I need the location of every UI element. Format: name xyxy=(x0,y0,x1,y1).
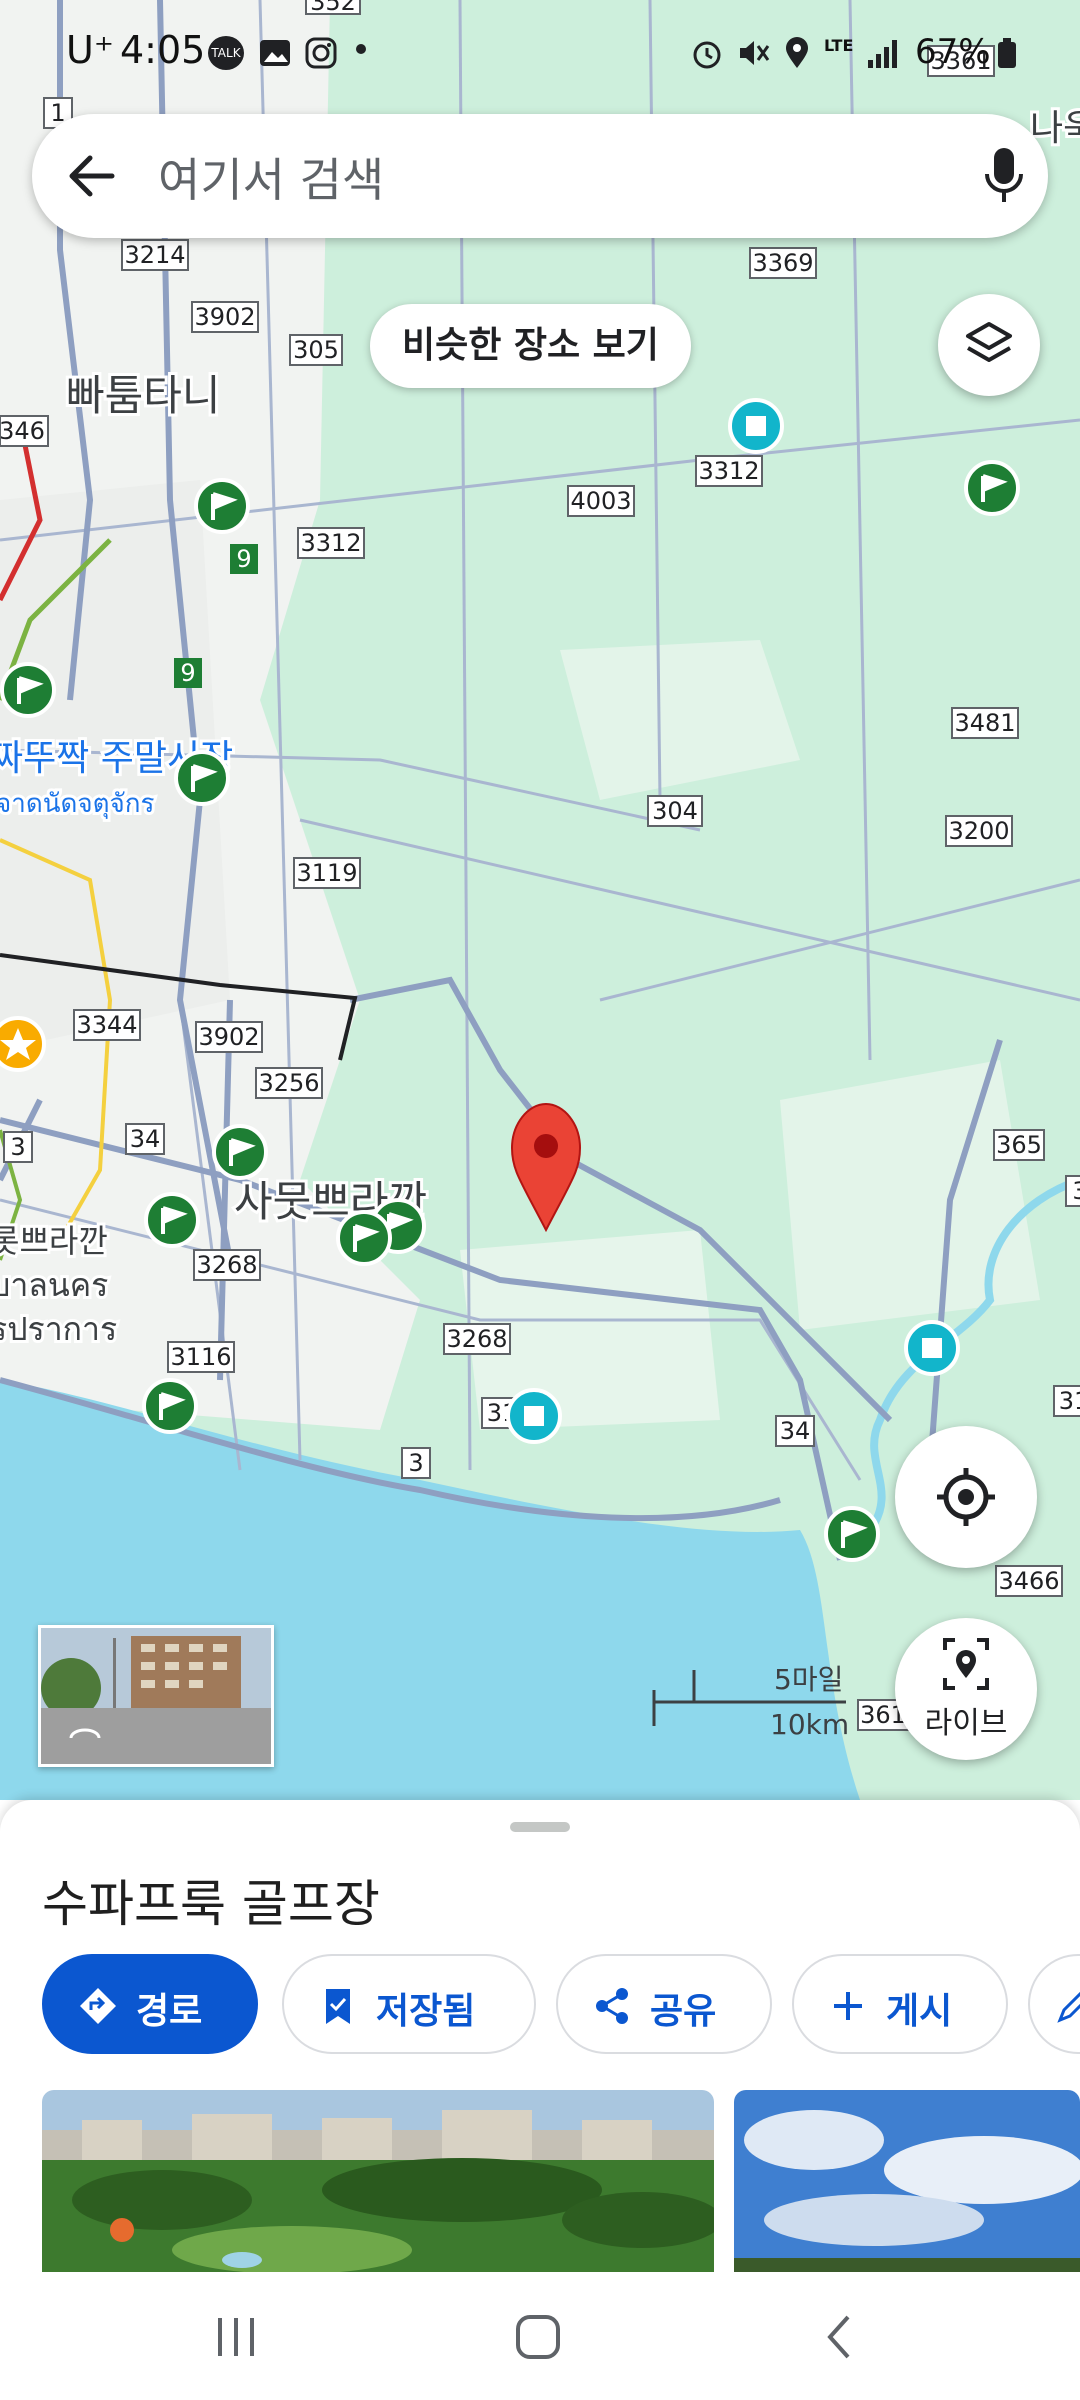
directions-icon xyxy=(78,1986,118,2026)
place-bottom-sheet[interactable]: 수파프룩 골프장 경로 저장됨 공유 게시 xyxy=(0,1800,1080,2272)
live-view-label: 라이브 xyxy=(924,1706,1008,1741)
road-shield: 304 xyxy=(652,797,698,825)
golf-flag-icon[interactable] xyxy=(194,478,250,534)
battery-icon xyxy=(990,36,1024,70)
place-label: 롯쁘라깐 xyxy=(0,1222,108,1260)
share-icon xyxy=(592,1986,632,2026)
road-shield: 3902 xyxy=(198,1023,259,1051)
place-label: รปราการ xyxy=(0,1310,117,1348)
road-shield: 9 xyxy=(236,545,251,573)
golf-flag-icon[interactable] xyxy=(142,1378,198,1434)
map-scale: 5마일 10km xyxy=(650,1650,850,1741)
road-shield: 34 xyxy=(780,1417,811,1445)
transit-stop-icon[interactable] xyxy=(506,1388,562,1444)
road-shield: 3344 xyxy=(76,1011,137,1039)
carrier-label: U⁺ xyxy=(66,28,114,72)
road-shield: 3466 xyxy=(998,1567,1059,1595)
alarm-icon xyxy=(690,36,724,70)
road-shield: 3119 xyxy=(296,859,357,887)
home-icon[interactable] xyxy=(508,2312,568,2362)
golf-flag-icon[interactable] xyxy=(212,1124,268,1180)
clock: 4:05 xyxy=(120,28,206,72)
share-label: 공유 xyxy=(650,1991,717,2032)
saved-button[interactable]: 저장됨 xyxy=(282,1954,536,2054)
road-shield: 3312 xyxy=(300,529,361,557)
edit-icon xyxy=(1054,1986,1080,2026)
plus-icon xyxy=(828,1986,868,2026)
road-shield: 4003 xyxy=(570,487,631,515)
road-shield: 3312 xyxy=(698,457,759,485)
back-icon[interactable] xyxy=(810,2312,870,2362)
road-shield: 3 xyxy=(10,1133,25,1161)
place-photo[interactable] xyxy=(734,2090,1080,2272)
golf-flag-icon[interactable] xyxy=(0,662,56,718)
place-label: บาลนคร xyxy=(0,1266,108,1304)
road-shield: 305 xyxy=(293,336,339,364)
road-shield: 3256 xyxy=(258,1069,319,1097)
network-type-label: LTE xyxy=(824,36,854,55)
golf-flag-icon[interactable] xyxy=(824,1506,880,1562)
more-notifications-icon xyxy=(356,44,366,54)
road-shield: 3116 xyxy=(170,1343,231,1371)
road-shield: 9 xyxy=(180,659,195,687)
road-shield: 3 xyxy=(1072,1177,1080,1205)
similar-places-button[interactable]: 비슷한 장소 보기 xyxy=(370,304,691,388)
transit-stop-icon[interactable] xyxy=(728,398,784,454)
road-shield: 3268 xyxy=(446,1325,507,1353)
golf-flag-icon[interactable] xyxy=(144,1192,200,1248)
system-navigation-bar xyxy=(0,2272,1080,2400)
road-shield: 3268 xyxy=(196,1251,257,1279)
road-shield: 34 xyxy=(130,1125,161,1153)
directions-label: 경로 xyxy=(136,1991,203,2032)
golf-flag-icon[interactable] xyxy=(964,460,1020,516)
layers-button[interactable] xyxy=(938,294,1040,396)
road-shield: 3481 xyxy=(954,709,1015,737)
photo-carousel[interactable] xyxy=(42,2090,1080,2272)
location-icon xyxy=(780,36,814,70)
status-bar: U⁺ 4:05 TALK LTE 67% xyxy=(0,0,1080,110)
road-shield: 31 xyxy=(1059,1387,1080,1415)
road-shield: 365 xyxy=(996,1131,1042,1159)
place-photo[interactable] xyxy=(42,2090,714,2272)
scale-km-label: 10km xyxy=(770,1708,850,1741)
saved-label: 저장됨 xyxy=(376,1991,476,2032)
place-label: 빠툼타니 xyxy=(66,371,221,420)
post-button[interactable]: 게시 xyxy=(792,1954,1008,2054)
road-shield: 3369 xyxy=(752,249,813,277)
scale-miles-label: 5마일 xyxy=(774,1663,844,1696)
microphone-icon[interactable] xyxy=(984,146,1024,206)
map-view[interactable]: 352 1 3214 3902 305 3369 346 3312 4003 9… xyxy=(0,0,1080,1800)
more-actions-button[interactable] xyxy=(1028,1954,1080,2054)
battery-level: 67% xyxy=(915,32,991,72)
street-view-thumbnail[interactable] xyxy=(38,1625,274,1767)
golf-flag-icon[interactable] xyxy=(174,750,230,806)
search-bar[interactable]: 여기서 검색 xyxy=(32,114,1048,238)
recent-apps-icon[interactable] xyxy=(206,2312,266,2362)
my-location-button[interactable] xyxy=(895,1426,1037,1568)
action-chips: 경로 저장됨 공유 게시 xyxy=(42,1954,1080,2058)
instagram-icon xyxy=(304,36,338,70)
road-shield: 3214 xyxy=(124,241,185,269)
share-button[interactable]: 공유 xyxy=(556,1954,772,2054)
live-view-button[interactable]: 라이브 xyxy=(895,1618,1037,1760)
gallery-icon xyxy=(258,36,292,70)
road-shield: 3200 xyxy=(948,817,1009,845)
post-label: 게시 xyxy=(886,1991,953,2032)
road-shield: 3 xyxy=(408,1449,423,1477)
bookmark-icon xyxy=(318,1986,358,2026)
golf-flag-icon[interactable] xyxy=(336,1210,392,1266)
kakaotalk-icon: TALK xyxy=(208,36,244,70)
star-place-icon[interactable] xyxy=(0,1016,46,1072)
transit-stop-icon[interactable] xyxy=(904,1320,960,1376)
signal-icon xyxy=(866,36,900,70)
road-shield: 3902 xyxy=(194,303,255,331)
drag-handle[interactable] xyxy=(510,1822,570,1832)
place-title: 수파프룩 골프장 xyxy=(42,1875,380,1933)
back-arrow-icon[interactable] xyxy=(64,150,124,202)
road-shield: 346 xyxy=(0,417,45,445)
directions-button[interactable]: 경로 xyxy=(42,1954,258,2054)
mute-icon xyxy=(736,36,770,70)
search-input[interactable]: 여기서 검색 xyxy=(158,144,384,210)
place-label: จาดนัดจตุจักร xyxy=(0,789,154,819)
